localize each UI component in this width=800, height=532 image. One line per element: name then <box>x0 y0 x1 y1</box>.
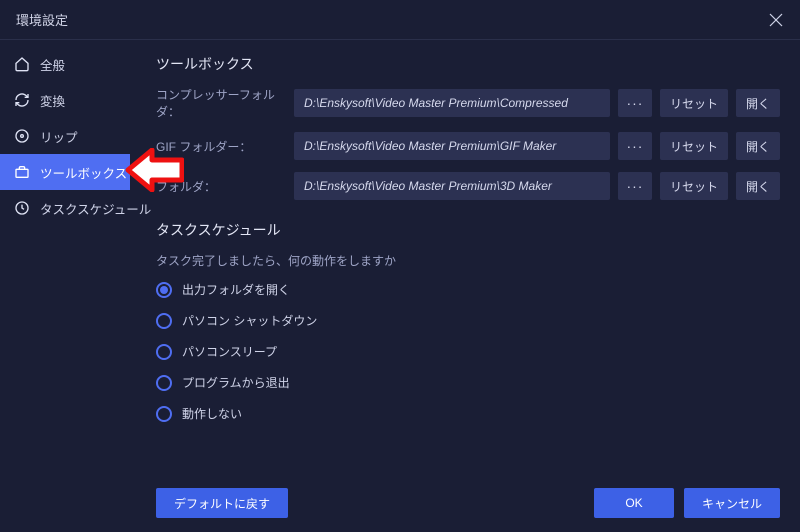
disc-icon <box>14 128 30 144</box>
close-icon <box>768 12 784 28</box>
window-title: 環境設定 <box>16 10 68 29</box>
radio-sleep[interactable]: パソコンスリープ <box>156 343 780 360</box>
radio-label: 動作しない <box>182 405 242 422</box>
footer: デフォルトに戻す OK キャンセル <box>156 488 780 518</box>
radio-label: 出力フォルダを開く <box>182 281 290 298</box>
radio-open-folder[interactable]: 出力フォルダを開く <box>156 281 780 298</box>
titlebar: 環境設定 <box>0 0 800 40</box>
sidebar-item-label: 全般 <box>40 55 65 74</box>
radio-label: パソコンスリープ <box>182 343 277 360</box>
ok-button[interactable]: OK <box>594 488 674 518</box>
radio-label: プログラムから退出 <box>182 374 290 391</box>
browse-button[interactable]: ··· <box>618 132 652 160</box>
row-label: GIF フォルダー： <box>156 138 286 155</box>
radio-icon <box>156 282 172 298</box>
row-label: フォルダ： <box>156 178 286 195</box>
folder-row-gif: GIF フォルダー： D:\Enskysoft\Video Master Pre… <box>156 132 780 160</box>
browse-button[interactable]: ··· <box>618 172 652 200</box>
home-icon <box>14 56 30 72</box>
radio-icon <box>156 406 172 422</box>
open-button[interactable]: 開く <box>736 172 780 200</box>
radio-icon <box>156 375 172 391</box>
cancel-button[interactable]: キャンセル <box>684 488 780 518</box>
sidebar-item-rip[interactable]: リップ <box>0 118 130 154</box>
refresh-icon <box>14 92 30 108</box>
sidebar-item-label: 変換 <box>40 91 65 110</box>
sidebar-item-schedule[interactable]: タスクスケジュール <box>0 190 130 226</box>
row-label: コンプレッサーフォルダ： <box>156 86 286 120</box>
open-button[interactable]: 開く <box>736 89 780 117</box>
content: ツールボックス コンプレッサーフォルダ： D:\Enskysoft\Video … <box>130 40 800 532</box>
sidebar-item-label: ツールボックス <box>40 163 127 182</box>
clock-icon <box>14 200 30 216</box>
sidebar-item-label: リップ <box>40 127 78 146</box>
reset-button[interactable]: リセット <box>660 132 728 160</box>
sidebar-item-general[interactable]: 全般 <box>0 46 130 82</box>
radio-shutdown[interactable]: パソコン シャットダウン <box>156 312 780 329</box>
section-title-schedule: タスクスケジュール <box>156 220 780 240</box>
sidebar-item-convert[interactable]: 変換 <box>0 82 130 118</box>
section-title-toolbox: ツールボックス <box>156 54 780 74</box>
folder-row-compressor: コンプレッサーフォルダ： D:\Enskysoft\Video Master P… <box>156 86 780 120</box>
sidebar-item-toolbox[interactable]: ツールボックス <box>0 154 130 190</box>
reset-button[interactable]: リセット <box>660 89 728 117</box>
radio-nothing[interactable]: 動作しない <box>156 405 780 422</box>
radio-exit[interactable]: プログラムから退出 <box>156 374 780 391</box>
close-button[interactable] <box>764 8 788 32</box>
radio-label: パソコン シャットダウン <box>182 312 317 329</box>
browse-button[interactable]: ··· <box>618 89 652 117</box>
radio-icon <box>156 344 172 360</box>
sidebar: 全般 変換 リップ ツールボックス タスクスケジュール <box>0 40 130 532</box>
schedule-radio-group: 出力フォルダを開く パソコン シャットダウン パソコンスリープ プログラムから退… <box>156 281 780 422</box>
schedule-subtitle: タスク完了しましたら、何の動作をしますか <box>156 252 780 269</box>
restore-defaults-button[interactable]: デフォルトに戻す <box>156 488 288 518</box>
path-input-gif[interactable]: D:\Enskysoft\Video Master Premium\GIF Ma… <box>294 132 610 160</box>
radio-icon <box>156 313 172 329</box>
reset-button[interactable]: リセット <box>660 172 728 200</box>
path-input-3d[interactable]: D:\Enskysoft\Video Master Premium\3D Mak… <box>294 172 610 200</box>
open-button[interactable]: 開く <box>736 132 780 160</box>
folder-row-3d: フォルダ： D:\Enskysoft\Video Master Premium\… <box>156 172 780 200</box>
toolbox-icon <box>14 164 30 180</box>
path-input-compressor[interactable]: D:\Enskysoft\Video Master Premium\Compre… <box>294 89 610 117</box>
